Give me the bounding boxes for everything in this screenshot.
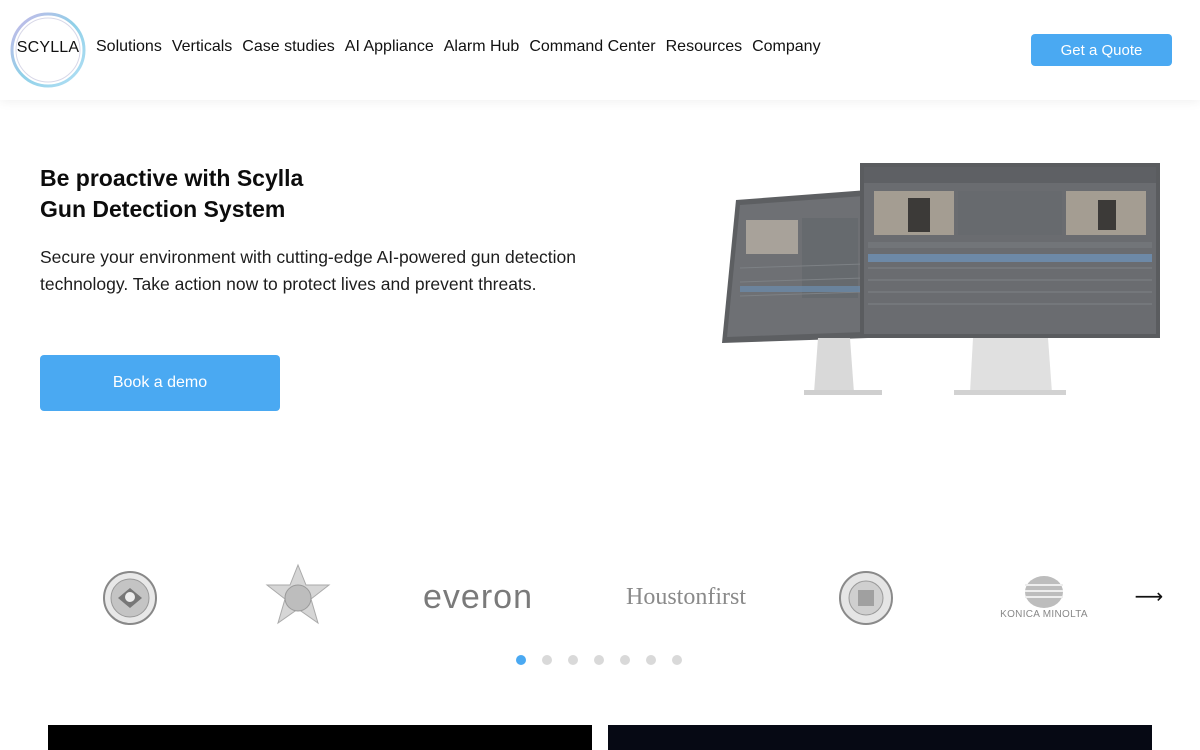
- monitors-illustration: [722, 163, 1160, 395]
- video-panel-left: [48, 725, 592, 750]
- nav-item-alarm-hub[interactable]: Alarm Hub: [444, 38, 520, 56]
- carousel-next-arrow-icon[interactable]: ⟶: [1135, 583, 1164, 609]
- konica-globe-icon: [1025, 576, 1063, 608]
- nav-item-ai-appliance[interactable]: AI Appliance: [345, 38, 434, 56]
- nav-item-command-center[interactable]: Command Center: [529, 38, 655, 56]
- carousel-dot-5[interactable]: [620, 655, 630, 665]
- hero-title-line1: Be proactive with Scylla: [40, 165, 304, 191]
- police-badge-icon: [260, 560, 336, 635]
- us-army-seal-icon: [100, 560, 160, 635]
- carousel-dot-2[interactable]: [542, 655, 552, 665]
- everon-logo: everon: [423, 578, 533, 616]
- carousel-dots: [516, 655, 682, 665]
- hero-subtitle: Secure your environment with cutting-edg…: [40, 247, 577, 294]
- get-quote-button[interactable]: Get a Quote: [1031, 34, 1172, 66]
- nav-item-resources[interactable]: Resources: [666, 38, 742, 56]
- video-panel-right: [608, 725, 1152, 750]
- carousel-dot-6[interactable]: [646, 655, 656, 665]
- right-monitor-icon: [860, 163, 1160, 395]
- nav-item-solutions[interactable]: Solutions: [96, 38, 162, 56]
- seal-logo-icon: [836, 560, 896, 635]
- book-demo-button[interactable]: Book a demo: [40, 355, 280, 411]
- carousel-dot-7[interactable]: [672, 655, 682, 665]
- logo-text: SCYLLA: [16, 39, 80, 56]
- client-logos: everon Houstonfirst KONICA MINOLTA: [60, 560, 1140, 635]
- hero-title: Be proactive with Scylla Gun Detection S…: [40, 163, 600, 225]
- hero-title-line2: Gun Detection System: [40, 196, 286, 222]
- site-header: SCYLLA Solutions Verticals Case studies …: [0, 0, 1200, 100]
- carousel-dot-1[interactable]: [516, 655, 526, 665]
- houstonfirst-logo: Houstonfirst: [626, 584, 746, 610]
- left-monitor-icon: [722, 190, 882, 395]
- main-nav: Solutions Verticals Case studies AI Appl…: [96, 38, 831, 56]
- carousel-dot-3[interactable]: [568, 655, 578, 665]
- carousel-dot-4[interactable]: [594, 655, 604, 665]
- nav-item-verticals[interactable]: Verticals: [172, 38, 232, 56]
- konica-minolta-logo: KONICA MINOLTA: [992, 560, 1096, 635]
- nav-item-case-studies[interactable]: Case studies: [242, 38, 335, 56]
- nav-item-company[interactable]: Company: [752, 38, 820, 56]
- scylla-logo[interactable]: SCYLLA: [10, 11, 86, 89]
